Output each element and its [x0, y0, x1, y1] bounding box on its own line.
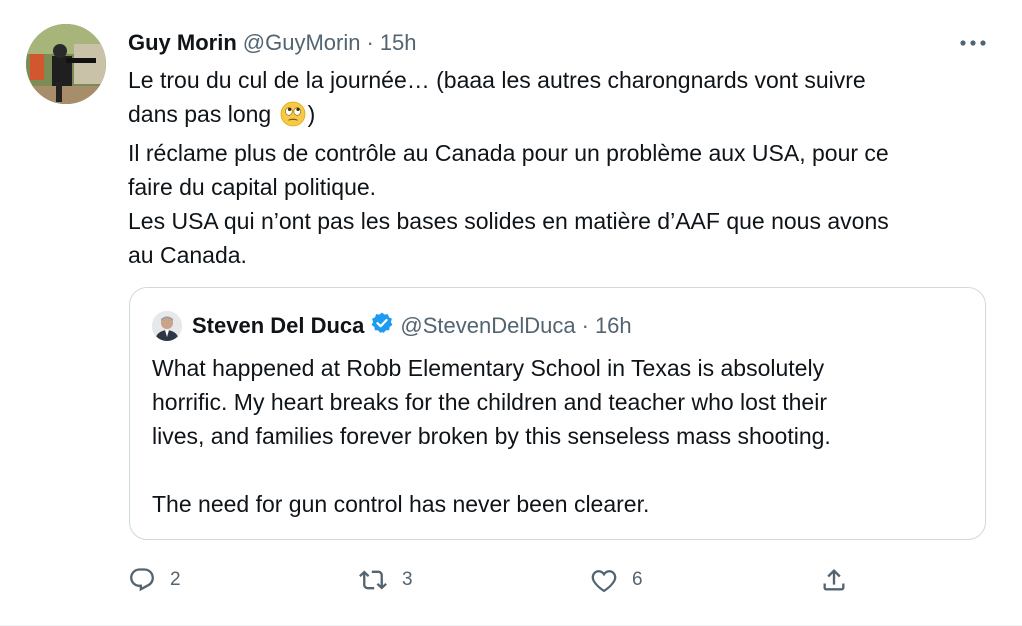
tweet-line-part: )	[307, 101, 316, 127]
author-handle[interactable]: @GuyMorin	[243, 30, 361, 56]
separator-dot: ·	[366, 30, 374, 55]
retweet-icon	[358, 566, 388, 594]
reply-button[interactable]: 2	[128, 560, 181, 600]
more-icon[interactable]	[956, 30, 990, 56]
like-button[interactable]: 6	[590, 560, 643, 600]
quoted-tweet-text: What happened at Robb Elementary School …	[152, 351, 962, 521]
quote-line: lives, and families forever broken by th…	[152, 423, 831, 449]
tweet-line: Il réclame plus de contrôle au Canada po…	[128, 140, 889, 166]
tweet-text: Le trou du cul de la journée… (baaa les …	[128, 63, 998, 272]
author-name[interactable]: Guy Morin	[128, 30, 237, 56]
quoted-tweet-header: Steven Del Duca @StevenDelDuca · 16h	[152, 311, 632, 341]
like-icon	[590, 566, 618, 594]
tweet-actions: 2 3 6	[128, 560, 858, 600]
author-avatar[interactable]	[26, 24, 106, 104]
reply-icon	[128, 566, 156, 594]
retweet-button[interactable]: 3	[358, 560, 413, 600]
tweet-line: Les USA qui n’ont pas les bases solides …	[128, 208, 889, 234]
separator-dot: ·	[581, 313, 589, 338]
tweet-line-part: dans pas long	[128, 101, 272, 127]
quote-line: The need for gun control has never been …	[152, 491, 650, 517]
share-icon	[820, 566, 848, 594]
quote-line: What happened at Robb Elementary School …	[152, 355, 825, 381]
quoted-tweet-time: 16h	[594, 313, 632, 338]
share-button[interactable]	[820, 560, 848, 600]
tweet-header: Guy Morin @GuyMorin · 15h	[128, 28, 417, 58]
quoted-tweet[interactable]: Steven Del Duca @StevenDelDuca · 16h Wha…	[129, 287, 986, 540]
quote-line: horrific. My heart breaks for the childr…	[152, 389, 827, 415]
tweet[interactable]: Guy Morin @GuyMorin · 15h Le trou du cul…	[0, 0, 1022, 626]
quoted-author-handle: @StevenDelDuca	[400, 313, 576, 338]
tweet-line: au Canada.	[128, 242, 247, 268]
tweet-time[interactable]: 15h	[380, 30, 417, 56]
verified-badge-icon	[370, 311, 394, 341]
tweet-line: dans pas long )	[128, 97, 998, 136]
like-count: 6	[632, 569, 643, 590]
tweet-line: Le trou du cul de la journée… (baaa les …	[128, 67, 866, 93]
reply-count: 2	[170, 569, 181, 590]
retweet-count: 3	[402, 569, 413, 590]
quoted-author-avatar	[152, 311, 182, 341]
tweet-line: faire du capital politique.	[128, 174, 377, 200]
quoted-author-name: Steven Del Duca	[192, 313, 365, 338]
rolling-eyes-emoji-icon	[280, 101, 306, 136]
